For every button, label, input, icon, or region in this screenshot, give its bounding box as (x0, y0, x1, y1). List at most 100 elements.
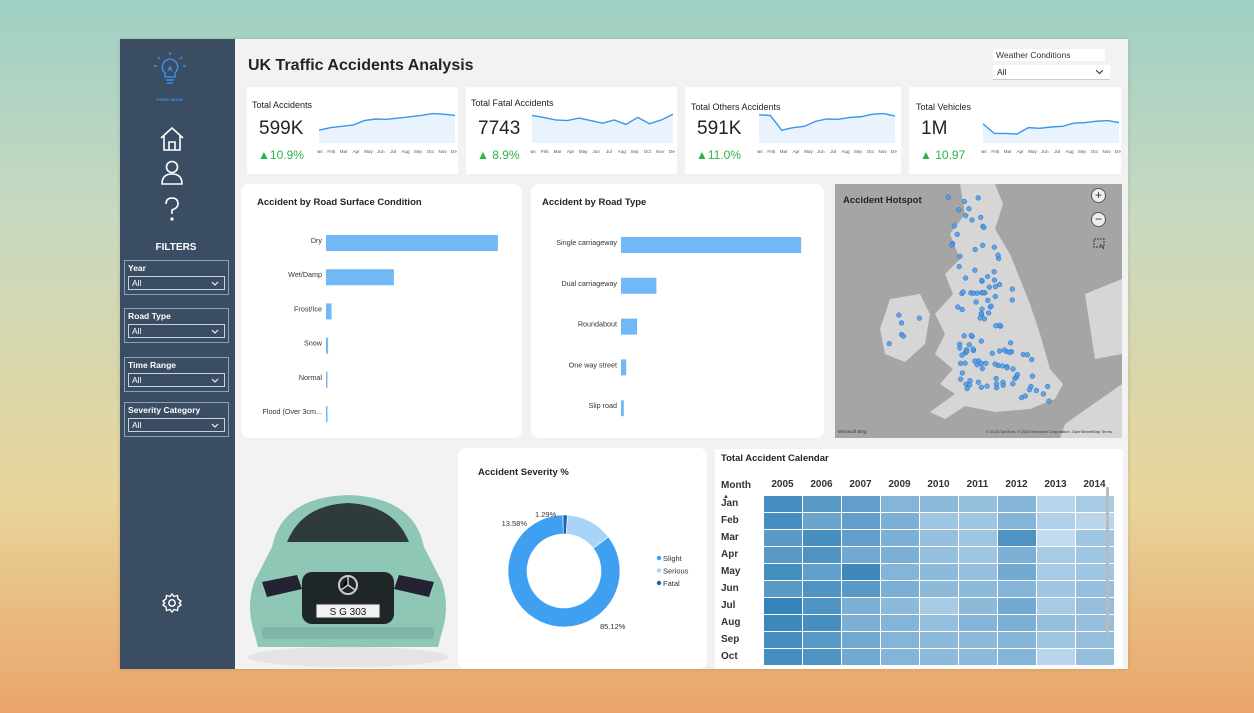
hotspot-point (1014, 371, 1020, 378)
legend-label: Fatal (663, 579, 680, 588)
road-type-dropdown[interactable]: All (128, 324, 225, 338)
heatmap-cell (879, 613, 920, 632)
heatmap-row-header: Month (721, 479, 751, 491)
sparkline-month-label: Aug (401, 149, 410, 154)
chevron-down-icon (211, 329, 219, 334)
hotspot-point (956, 264, 962, 270)
hotspot-point (972, 267, 978, 273)
severity-chart-card: Accident Severity % 85.12% 13.58% 1.29% Sli… (458, 448, 707, 669)
heatmap-month-label: Aug (721, 617, 741, 628)
sparkline-month-label: May (804, 149, 813, 154)
bar (621, 359, 627, 376)
time-range-slicer[interactable]: Time Range All (124, 357, 229, 392)
sparkline-month-label: Oct (644, 149, 652, 154)
road-surface-bar-chart: Dry Wet/Damp Frost/Ice Snow Normal Flood (Ove… (262, 235, 498, 422)
hotspot-point (978, 360, 985, 366)
heatmap-row: Jul (721, 596, 1115, 615)
time-range-dropdown[interactable]: All (128, 373, 225, 387)
weather-dropdown[interactable]: All (993, 65, 1110, 80)
heatmap-cell (1035, 494, 1076, 513)
sparkline-month-label: May (1028, 149, 1037, 154)
bar (326, 406, 328, 422)
hotspot-point (977, 315, 983, 321)
kpi-card-total-vehicles: Total Vehicles 1M ▲ 10.97 Jan Feb Mar AprMa… (909, 87, 1121, 174)
heatmap-cell (918, 647, 959, 666)
donut-data-label: 1.29% (535, 510, 557, 519)
zoom-out-button[interactable]: − (1091, 212, 1106, 227)
heatmap-cell (840, 528, 881, 547)
donut-data-label: 85.12% (600, 622, 626, 631)
heatmap-cell (996, 528, 1037, 547)
heatmap-cell (879, 528, 920, 547)
hotspot-point (958, 376, 964, 382)
heatmap-cell (762, 511, 803, 530)
hotspot-point (992, 361, 998, 367)
kpi-title: Total Accidents (252, 100, 313, 110)
kpi-card-total-fatal-accidents: Total Fatal Accidents 7743 ▲ 8.9% JanFeb… (466, 87, 677, 174)
heatmap-cell (879, 545, 920, 564)
hotspot-point (978, 338, 984, 344)
kpi-delta-value: 10.9% (269, 148, 304, 162)
sort-arrow-icon[interactable]: ▲ (723, 494, 729, 500)
hotspot-point (973, 299, 979, 305)
hotspot-point (1026, 387, 1033, 393)
heatmap-row: Mar (721, 528, 1115, 547)
gear-icon[interactable] (161, 592, 183, 614)
accident-hotspot-map[interactable]: Accident Hotspot + − Microsoft Bing © 20… (835, 184, 1122, 438)
slicer-value: All (132, 375, 142, 385)
bar-category-label: Roundabout (578, 320, 617, 329)
bar (326, 235, 498, 251)
heatmap-cell (879, 494, 920, 513)
hotspot-point (967, 382, 973, 388)
heatmap-cell (840, 494, 881, 513)
severity-category-slicer[interactable]: Severity Category All (124, 402, 229, 437)
road-type-slicer[interactable]: Road Type All (124, 308, 229, 343)
hotspot-point (1001, 347, 1007, 353)
heatmap-cell (918, 596, 959, 615)
sparkline-month-label: Jan (317, 149, 323, 154)
heatmap-cell (918, 511, 959, 530)
hotspot-point (993, 375, 999, 382)
heatmap-cell (1035, 579, 1076, 598)
sparkline-month-label: Dec (451, 149, 457, 154)
heatmap-cell (762, 494, 803, 513)
hotspot-point (961, 198, 967, 205)
hotspot-point (1010, 381, 1016, 387)
heatmap-cell (840, 511, 881, 530)
select-area-icon[interactable] (1093, 238, 1105, 250)
chevron-down-icon (211, 423, 219, 428)
heatmap-cell (801, 528, 842, 547)
home-icon[interactable] (158, 125, 186, 153)
sparkline-month-label: May (364, 149, 373, 154)
sparkline-area (983, 120, 1119, 143)
severity-category-dropdown[interactable]: All (128, 418, 225, 432)
hotspot-point (996, 348, 1003, 354)
kpi-delta: ▲10.9% (258, 148, 304, 162)
user-icon[interactable] (158, 159, 186, 187)
year-slicer[interactable]: Year All (124, 260, 229, 295)
heatmap-month-label: Jul (721, 600, 736, 611)
zoom-in-button[interactable]: + (1091, 188, 1106, 203)
slicer-label: Time Range (128, 360, 177, 370)
weather-conditions-slicer[interactable]: Weather Conditions All (993, 49, 1110, 80)
hotspot-point (980, 290, 986, 296)
heatmap-cell (1035, 647, 1076, 666)
help-icon[interactable] (158, 195, 186, 223)
map-canvas[interactable] (835, 184, 1122, 438)
heatmap-row: Jan (721, 494, 1115, 513)
vertical-scrollbar[interactable] (1106, 487, 1109, 635)
hotspot-point (957, 360, 964, 366)
bar-category-label: Snow (304, 339, 323, 348)
year-dropdown[interactable]: All (128, 276, 225, 290)
zoom-in-icon: + (1094, 188, 1102, 202)
hotspot-point (979, 365, 985, 372)
calendar-heatmap: Month 2005 2006 2007 2009 2010 2011 2012 2013 201… (721, 475, 1115, 666)
up-arrow-icon: ▲ (258, 148, 270, 162)
heatmap-cell (996, 545, 1037, 564)
heatmap-month-label: Sep (721, 634, 740, 645)
sparkline-month-label: Feb (541, 149, 549, 154)
heatmap-column-header: 2007 (849, 479, 872, 491)
sparkline-month-label: Mar (554, 149, 562, 154)
heatmap-cell (879, 647, 920, 666)
hotspot-point (996, 281, 1003, 288)
